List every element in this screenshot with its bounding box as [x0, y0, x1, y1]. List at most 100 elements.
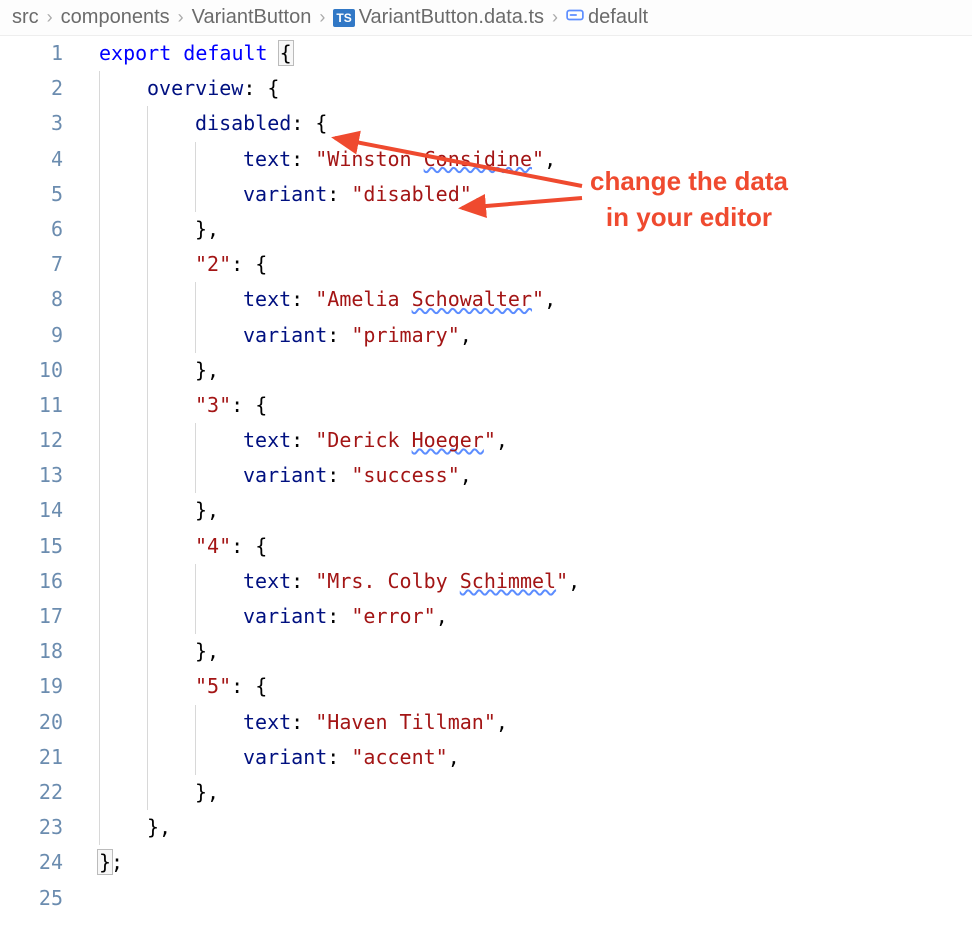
code-token: ,	[460, 323, 472, 347]
code-token: },	[147, 815, 171, 839]
line-number: 17	[0, 599, 63, 634]
indent-guide	[147, 493, 148, 528]
code-token: :	[327, 604, 351, 628]
breadcrumb[interactable]: src › components › VariantButton › TS Va…	[0, 0, 972, 36]
breadcrumb-item[interactable]: default	[566, 6, 648, 29]
indent-guide	[99, 458, 100, 493]
line-number: 25	[0, 881, 63, 916]
indent-guide	[99, 106, 100, 141]
indent-guide	[195, 142, 196, 177]
code-token: : {	[231, 393, 267, 417]
code-line[interactable]: export default {	[85, 36, 972, 71]
code-line[interactable]: "4": {	[85, 529, 972, 564]
code-token: ,	[544, 287, 556, 311]
code-token: :	[327, 745, 351, 769]
code-line[interactable]	[85, 881, 972, 916]
code-content[interactable]: export default {overview: {disabled: {te…	[85, 36, 972, 916]
indent-guide	[195, 282, 196, 317]
indent-guide	[147, 247, 148, 282]
code-line[interactable]: disabled: {	[85, 106, 972, 141]
line-number: 6	[0, 212, 63, 247]
code-line[interactable]: variant: "error",	[85, 599, 972, 634]
indent-guide	[147, 106, 148, 141]
code-token: "	[532, 147, 544, 171]
code-line[interactable]: text: "Amelia Schowalter",	[85, 282, 972, 317]
code-token: :	[327, 463, 351, 487]
code-editor[interactable]: 1234567891011121314151617181920212223242…	[0, 36, 972, 916]
indent-guide	[147, 599, 148, 634]
breadcrumb-item[interactable]: TS VariantButton.data.ts	[333, 6, 544, 29]
line-number-gutter: 1234567891011121314151617181920212223242…	[0, 36, 85, 916]
code-token: default	[183, 41, 279, 65]
code-token: disabled	[195, 111, 291, 135]
code-line[interactable]: "2": {	[85, 247, 972, 282]
code-token: :	[327, 182, 351, 206]
code-token: : {	[231, 534, 267, 558]
code-token: "2"	[195, 252, 231, 276]
code-token: "4"	[195, 534, 231, 558]
indent-guide	[147, 529, 148, 564]
breadcrumb-item[interactable]: VariantButton	[192, 6, 312, 29]
code-line[interactable]: variant: "primary",	[85, 318, 972, 353]
code-line[interactable]: },	[85, 212, 972, 247]
indent-guide	[99, 634, 100, 669]
code-token: ,	[568, 569, 580, 593]
breadcrumb-item[interactable]: src	[12, 6, 39, 29]
code-token: overview	[147, 76, 243, 100]
code-token: Considine	[424, 147, 532, 171]
line-number: 13	[0, 458, 63, 493]
code-token: :	[291, 569, 315, 593]
line-number: 5	[0, 177, 63, 212]
code-line[interactable]: },	[85, 493, 972, 528]
code-token: {	[278, 40, 294, 66]
line-number: 15	[0, 529, 63, 564]
code-token: ,	[436, 604, 448, 628]
indent-guide	[99, 810, 100, 845]
code-token: variant	[243, 182, 327, 206]
indent-guide	[99, 423, 100, 458]
indent-guide	[147, 705, 148, 740]
line-number: 12	[0, 423, 63, 458]
code-line[interactable]: text: "Derick Hoeger",	[85, 423, 972, 458]
indent-guide	[99, 529, 100, 564]
indent-guide	[195, 740, 196, 775]
breadcrumb-file-label: VariantButton.data.ts	[359, 6, 544, 29]
code-line[interactable]: };	[85, 845, 972, 880]
indent-guide	[99, 493, 100, 528]
code-token: "accent"	[351, 745, 447, 769]
code-token: "Derick	[315, 428, 411, 452]
indent-guide	[99, 142, 100, 177]
code-line[interactable]: text: "Winston Considine",	[85, 142, 972, 177]
line-number: 9	[0, 318, 63, 353]
code-line[interactable]: "5": {	[85, 669, 972, 704]
symbol-icon	[566, 6, 584, 29]
breadcrumb-item[interactable]: components	[61, 6, 170, 29]
code-line[interactable]: overview: {	[85, 71, 972, 106]
code-line[interactable]: text: "Mrs. Colby Schimmel",	[85, 564, 972, 599]
code-token: variant	[243, 323, 327, 347]
code-line[interactable]: },	[85, 810, 972, 845]
indent-guide	[195, 423, 196, 458]
line-number: 24	[0, 845, 63, 880]
code-line[interactable]: },	[85, 775, 972, 810]
code-line[interactable]: },	[85, 353, 972, 388]
code-line[interactable]: text: "Haven Tillman",	[85, 705, 972, 740]
indent-guide	[195, 564, 196, 599]
code-line[interactable]: "3": {	[85, 388, 972, 423]
code-token: ;	[111, 850, 123, 874]
code-line[interactable]: },	[85, 634, 972, 669]
code-token: ,	[460, 463, 472, 487]
code-line[interactable]: variant: "accent",	[85, 740, 972, 775]
code-token: },	[195, 780, 219, 804]
code-token: "error"	[351, 604, 435, 628]
code-token: text	[243, 287, 291, 311]
code-token: variant	[243, 745, 327, 769]
line-number: 16	[0, 564, 63, 599]
line-number: 3	[0, 106, 63, 141]
indent-guide	[147, 775, 148, 810]
code-line[interactable]: variant: "success",	[85, 458, 972, 493]
code-token: "primary"	[351, 323, 459, 347]
indent-guide	[147, 318, 148, 353]
code-token: export	[99, 41, 183, 65]
code-line[interactable]: variant: "disabled",	[85, 177, 972, 212]
